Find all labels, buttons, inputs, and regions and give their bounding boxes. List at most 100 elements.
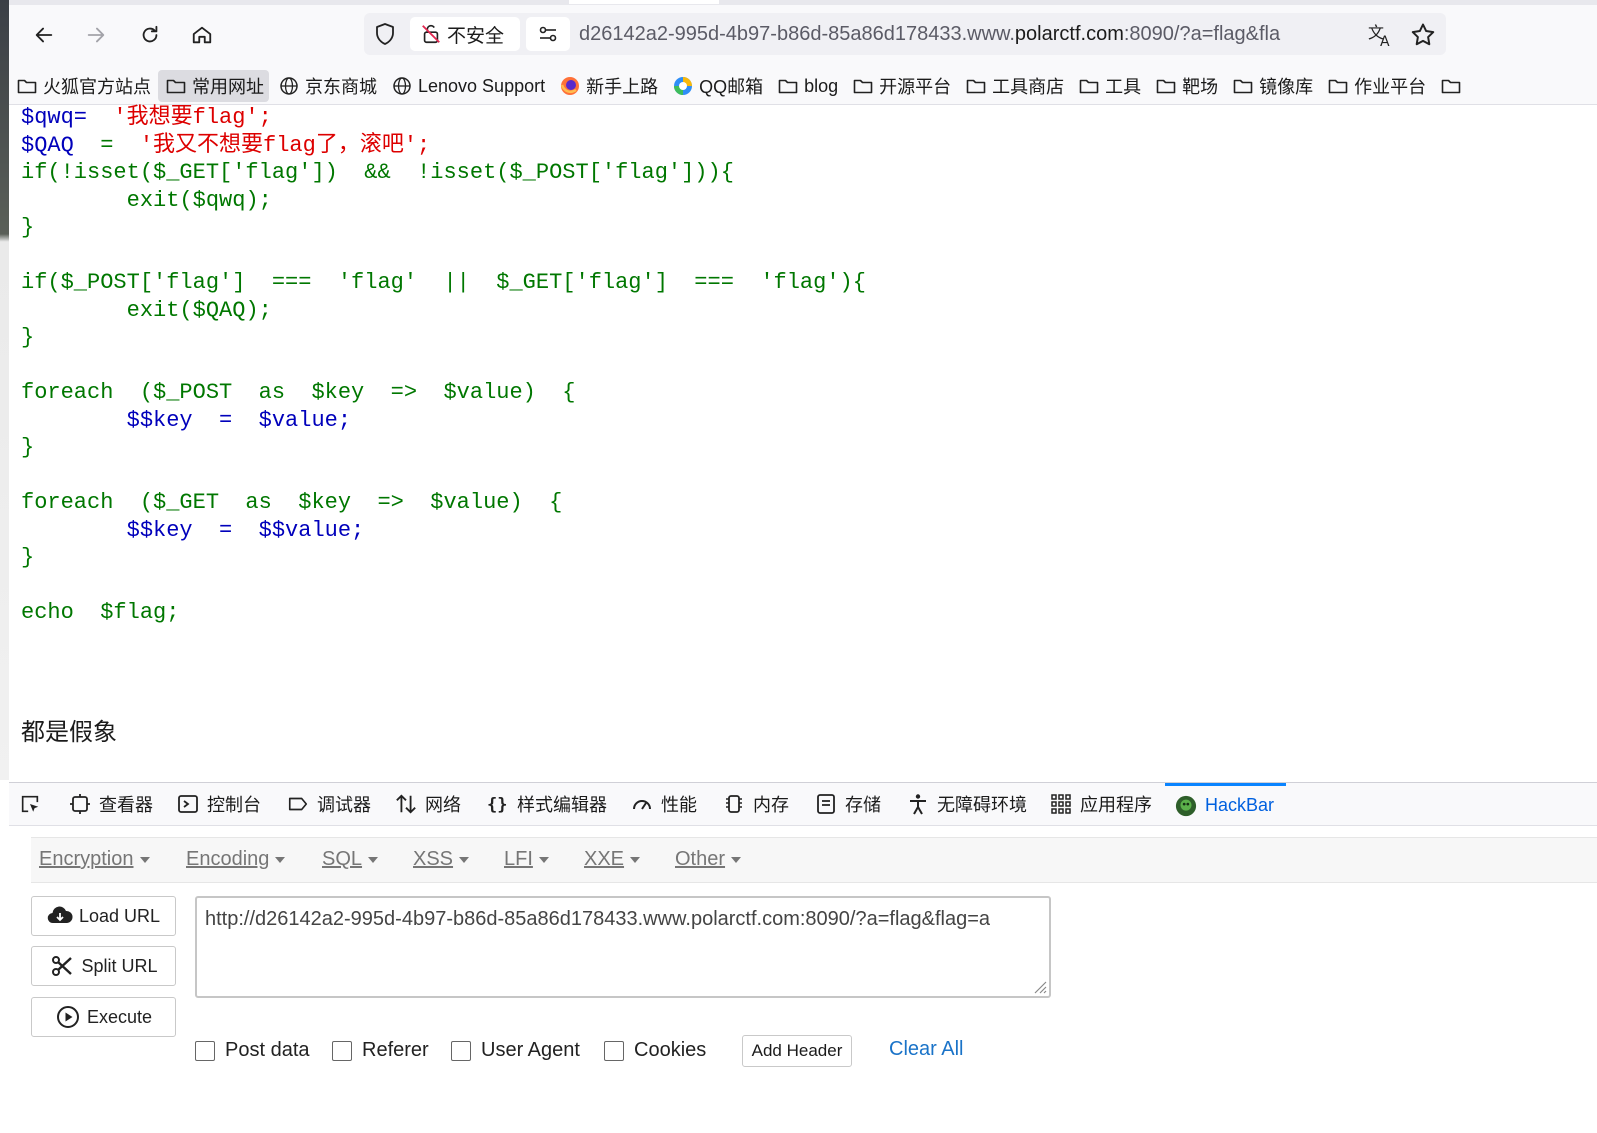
checkbox-box[interactable] (451, 1040, 471, 1061)
code-line: $$key = $value; (126, 407, 352, 433)
bookmark-item[interactable]: 镜像库 (1225, 70, 1318, 102)
bookmark-item[interactable]: 火狐官方站点 (9, 70, 156, 102)
devtools-tab-label: 查看器 (99, 795, 153, 815)
devtools-tab[interactable]: 控制台 (177, 783, 261, 825)
address-bar[interactable]: 不安全 d26142a2-995d-4b97-b86d-85a86d178433… (364, 13, 1446, 55)
hackbar-menu-label: XXE (584, 848, 625, 870)
reload-button[interactable] (133, 18, 167, 52)
bookmark-item[interactable]: 新手上路 (552, 70, 663, 102)
split-url-button[interactable]: Split URL (31, 946, 176, 986)
code-line: } (21, 215, 35, 240)
home-button[interactable] (185, 18, 219, 52)
bookmark-star-icon[interactable] (1409, 21, 1437, 49)
devtools-tab[interactable]: 查看器 (69, 783, 153, 825)
hackbar-url-value: http://d26142a2-995d-4b97-b86d-85a86d178… (205, 908, 991, 930)
hackbar-menu-item[interactable]: XSS (413, 848, 470, 871)
bookmark-label: 开源平台 (879, 77, 952, 97)
hackbar-icon (1175, 795, 1197, 817)
connection-insecure-indicator[interactable]: 不安全 (410, 17, 520, 51)
bookmark-item[interactable]: blog (770, 70, 843, 102)
devtools-panel: 查看器 控制台 调试器 网络 {} 样式编辑器 性能 内存 存储 无障碍环境 应用程序 HackBar… (9, 782, 1597, 1133)
page-output-text: 都是假象 (21, 719, 117, 746)
forward-arrow-icon (87, 27, 105, 43)
user-agent-checkbox[interactable]: User Agent (451, 1039, 580, 1062)
load-url-label: Load URL (78, 905, 161, 926)
globe-icon (279, 76, 299, 96)
folder-icon (1079, 76, 1099, 96)
devtools-tab[interactable]: 无障碍环境 (907, 783, 1027, 825)
execute-button[interactable]: Execute (31, 997, 176, 1037)
add-header-button[interactable]: Add Header (742, 1035, 852, 1067)
hackbar-menu-item[interactable]: LFI (504, 848, 549, 871)
permissions-sliders-icon (539, 26, 557, 42)
back-arrow-icon (35, 27, 53, 43)
checkbox-label: Cookies (634, 1039, 707, 1061)
bookmark-label: 镜像库 (1259, 77, 1314, 97)
checkbox-label: Referer (362, 1039, 429, 1061)
cookies-checkbox[interactable]: Cookies (604, 1039, 706, 1062)
application-icon (1050, 793, 1072, 815)
split-url-label: Split URL (81, 955, 158, 976)
checkbox-box[interactable] (195, 1040, 215, 1061)
devtools-tab[interactable]: 应用程序 (1050, 783, 1152, 825)
svg-text:{}: {} (487, 795, 507, 815)
load-url-button[interactable]: Load URL (31, 896, 176, 936)
devtools-tab[interactable]: 性能 (631, 783, 697, 825)
code-line: $$key = $$value; (126, 517, 365, 543)
hackbar-menu-item[interactable]: Encoding (186, 848, 286, 871)
bookmark-item[interactable]: 京东商城 (271, 70, 382, 102)
post-data-checkbox[interactable]: Post data (195, 1039, 310, 1062)
active-tab[interactable] (569, 0, 719, 4)
url-suffix: :8090/?a=flag&fla (1123, 23, 1281, 45)
bookmark-item[interactable]: 开源平台 (845, 70, 956, 102)
folder-icon (166, 76, 186, 96)
element-picker-button[interactable] (19, 783, 49, 825)
bookmark-label: Lenovo Support (418, 75, 546, 96)
bookmark-item[interactable]: 工具 (1071, 70, 1146, 102)
caret-down-icon (731, 856, 742, 863)
bookmark-label: 作业平台 (1354, 77, 1427, 97)
devtools-tab[interactable]: HackBar (1165, 783, 1287, 825)
style-editor-icon: {} (487, 793, 509, 815)
browser-toolbar: 不安全 d26142a2-995d-4b97-b86d-85a86d178433… (9, 0, 1597, 68)
bookmark-item[interactable]: 靶场 (1148, 70, 1223, 102)
forward-button[interactable] (79, 18, 113, 52)
devtools-tab[interactable]: 调试器 (287, 783, 371, 825)
hackbar-menu-item[interactable]: Other (675, 848, 742, 871)
bookmark-overflow-folder[interactable] (1433, 70, 1472, 102)
bookmark-item[interactable]: 作业平台 (1320, 70, 1431, 102)
code-line: if(!isset($_GET['flag']) && !isset($_POS… (21, 160, 734, 185)
bookmark-item[interactable]: 常用网址 (158, 70, 269, 102)
bookmark-label: QQ邮箱 (699, 77, 764, 97)
url-text[interactable]: d26142a2-995d-4b97-b86d-85a86d178433.www… (579, 13, 1359, 55)
back-button[interactable] (27, 18, 61, 52)
bookmark-item[interactable]: 工具商店 (958, 70, 1069, 102)
hackbar-menu-item[interactable]: SQL (322, 848, 379, 871)
checkbox-box[interactable] (332, 1040, 352, 1061)
permissions-button[interactable] (526, 17, 570, 51)
resize-handle-icon[interactable] (1031, 978, 1047, 994)
devtools-tab[interactable]: 网络 (395, 783, 461, 825)
devtools-tab[interactable]: 存储 (815, 783, 881, 825)
hackbar-menu-label: SQL (322, 848, 363, 870)
clear-all-link[interactable]: Clear All (889, 1038, 963, 1061)
referer-checkbox[interactable]: Referer (332, 1039, 429, 1062)
insecure-lock-icon (422, 24, 440, 44)
code-line: foreach ($_POST as $key => $value) { (21, 380, 576, 405)
checkbox-box[interactable] (604, 1040, 624, 1061)
translate-icon[interactable]: 文A (1367, 21, 1395, 49)
bookmark-item[interactable]: Lenovo Support (384, 70, 550, 102)
hackbar-menu: Encryption Encoding SQL XSS LFI XXE Other (31, 837, 1597, 883)
bookmark-label: blog (804, 75, 839, 96)
devtools-tab[interactable]: 内存 (723, 783, 789, 825)
code-line: exit($qwq); (126, 187, 272, 213)
hackbar-menu-item[interactable]: Encryption (39, 848, 150, 871)
devtools-tabbar: 查看器 控制台 调试器 网络 {} 样式编辑器 性能 内存 存储 无障碍环境 应用程序 HackBar (9, 783, 1597, 826)
tracking-protection-shield-icon[interactable] (372, 21, 398, 47)
devtools-tab[interactable]: {} 样式编辑器 (487, 783, 607, 825)
bookmark-label: 京东商城 (305, 77, 377, 97)
hackbar-url-textarea[interactable]: http://d26142a2-995d-4b97-b86d-85a86d178… (195, 896, 1051, 998)
hackbar-menu-item[interactable]: XXE (584, 848, 641, 871)
debugger-icon (287, 793, 309, 815)
bookmark-item[interactable]: QQ邮箱 (665, 70, 768, 102)
